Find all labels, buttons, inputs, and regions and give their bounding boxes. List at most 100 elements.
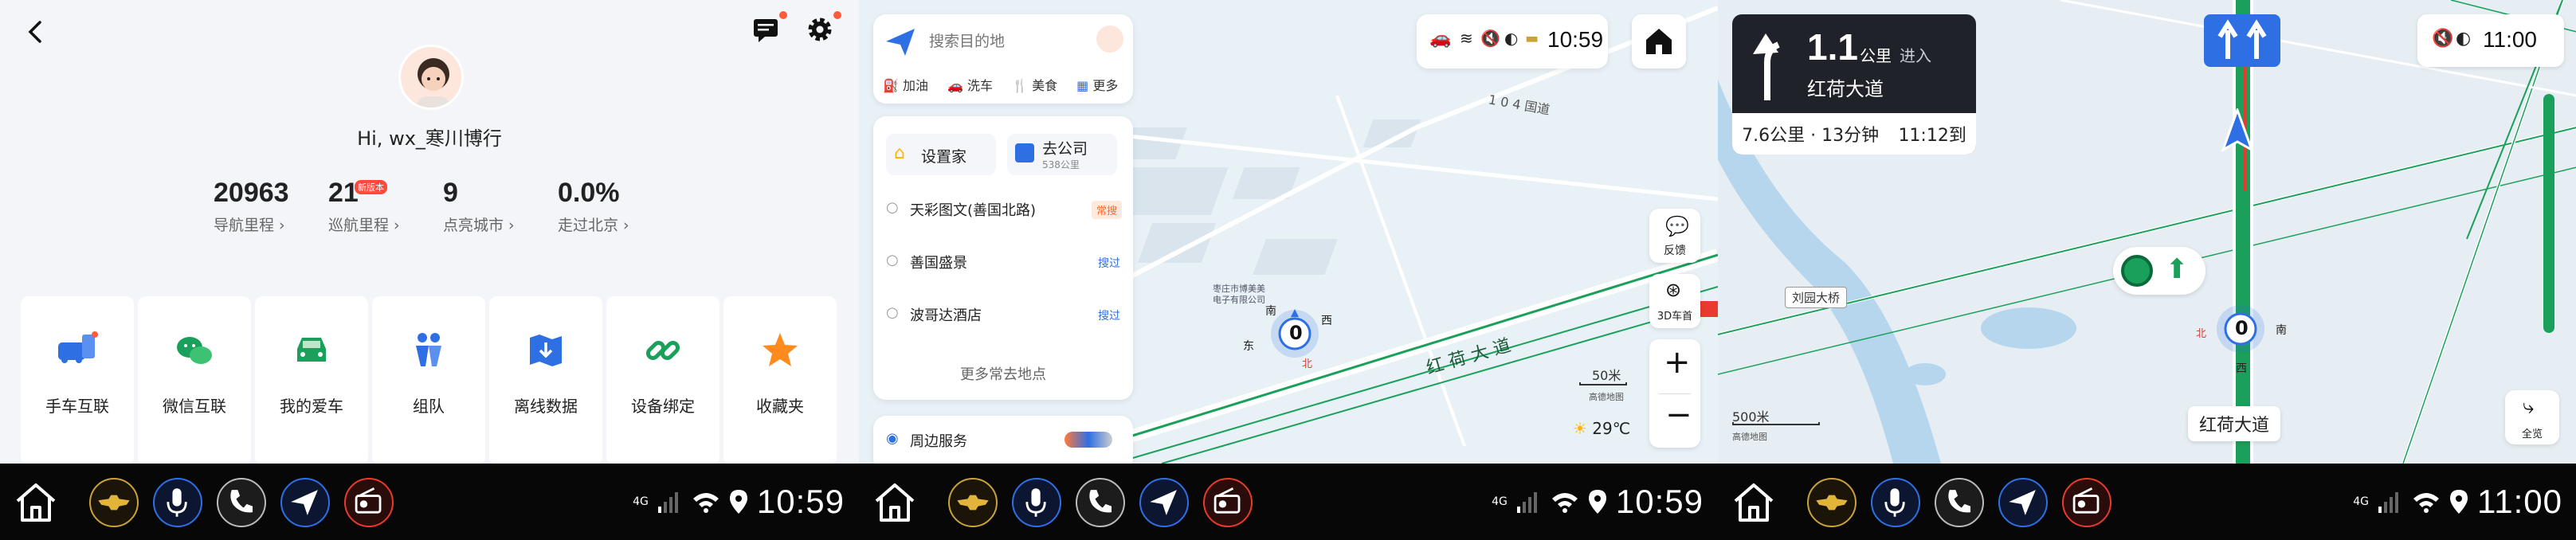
navigation-icon[interactable]	[1139, 478, 1189, 527]
grid-icon: ▦	[1076, 78, 1089, 93]
card-device-binding[interactable]: 设备绑定	[606, 296, 719, 465]
voice-mic-icon[interactable]	[1012, 478, 1061, 527]
back-icon[interactable]	[24, 18, 48, 46]
brand-logo-icon[interactable]	[948, 478, 998, 527]
wifi-icon: ≋	[1460, 29, 1473, 48]
search-icon: ○	[886, 252, 899, 268]
voice-mic-icon[interactable]	[153, 478, 202, 527]
phone-icon[interactable]	[1935, 478, 1984, 527]
signal-icon	[2378, 492, 2398, 513]
office-icon	[1015, 143, 1034, 162]
new-version-badge: 新版本	[355, 180, 387, 194]
card-favorites[interactable]: 收藏夹	[723, 296, 837, 465]
zoom-out-button[interactable]: −	[1665, 397, 1692, 433]
set-home-button[interactable]: ⌂ 设置家	[886, 134, 996, 175]
greeting-text: Hi, wx_寒川博行	[357, 127, 502, 150]
chip-more[interactable]: ▦ 更多	[1076, 75, 1118, 94]
scale-bar	[1579, 382, 1627, 385]
scale-bar	[1732, 422, 1820, 425]
search-input[interactable]	[929, 29, 1080, 54]
green-light-icon	[2121, 255, 2153, 287]
stat-lit-cities[interactable]: 9 点亮城市 ›	[443, 177, 515, 235]
go-work-button[interactable]: 去公司 538公里	[1007, 134, 1117, 175]
team-icon	[416, 333, 441, 366]
navigation-arrow-icon	[886, 29, 915, 56]
current-road-label: 红荷大道	[2188, 406, 2281, 441]
view-mode-button[interactable]: ⊛ 3D车首	[1649, 274, 1700, 328]
brand-logo-icon[interactable]	[89, 478, 139, 527]
history-item[interactable]: ○ 善国盛景 搜过	[886, 248, 1125, 277]
lane-arrows-icon	[2217, 19, 2267, 59]
card-team[interactable]: 组队	[372, 296, 485, 465]
weather-widget[interactable]: ☀ 29℃	[1573, 419, 1630, 438]
zoom-in-button[interactable]: +	[1664, 344, 1691, 381]
search-icon: ○	[886, 304, 899, 321]
feedback-icon: 💬	[1665, 215, 1689, 237]
radio-icon[interactable]	[2062, 478, 2111, 527]
nearby-icon: ◉	[886, 430, 899, 447]
network-label: 4G	[1492, 495, 1508, 508]
lane-guide	[2204, 14, 2280, 67]
navigation-icon[interactable]	[280, 478, 330, 527]
chip-gas[interactable]: ⛽ 加油	[883, 75, 928, 94]
bottom-dock: 4G 10:59	[0, 464, 859, 540]
home-icon[interactable]	[1729, 480, 1778, 525]
home-icon: ⌂	[894, 143, 905, 163]
avatar[interactable]	[398, 45, 464, 110]
history-item[interactable]: ○ 天彩图文(善国北路) 常搜	[886, 196, 1125, 225]
settings-gear-icon[interactable]	[802, 11, 838, 48]
zoom-control: + −	[1649, 339, 1700, 448]
bridge-label: 刘园大桥	[1785, 287, 1848, 308]
shortcut-panel: ⌂ 设置家 去公司 538公里 ○ 天彩图文(善国北路) 常搜 ○ 善国盛景 搜…	[873, 116, 1133, 400]
radio-icon[interactable]	[344, 478, 394, 527]
avatar-small[interactable]	[1096, 25, 1123, 53]
stat-beijing-coverage[interactable]: 0.0% 走过北京 ›	[558, 177, 629, 235]
dnd-icon: ◐	[2456, 29, 2472, 49]
navigation-icon[interactable]	[1998, 478, 2048, 527]
phone-icon[interactable]	[217, 478, 266, 527]
stat-cruise-mileage[interactable]: 21 新版本 巡航里程 ›	[328, 177, 400, 235]
compass-widget[interactable]: 0	[2213, 301, 2268, 357]
home-icon[interactable]	[11, 480, 61, 525]
wifi-icon	[692, 493, 719, 513]
card-offline-data[interactable]: 离线数据	[489, 296, 602, 465]
compass-mode-icon: ⊛	[1665, 279, 1682, 301]
feedback-button[interactable]: 💬 反馈	[1649, 209, 1700, 263]
car-link-icon: 🚗	[1429, 29, 1452, 49]
home-button[interactable]	[1632, 14, 1686, 68]
card-phone-car-link[interactable]: 手车互联	[21, 296, 134, 465]
home-icon[interactable]	[870, 480, 919, 525]
poi-label: 枣庄市博美美 电子有限公司	[1213, 284, 1265, 305]
route-overview-icon: ⤷	[2523, 395, 2535, 419]
radio-icon[interactable]	[1203, 478, 1253, 527]
wifi-icon	[1551, 493, 1578, 513]
history-item[interactable]: ○ 波哥达酒店 搜过	[886, 301, 1125, 330]
brand-logo-icon[interactable]	[1807, 478, 1857, 527]
profile-screen: Hi, wx_寒川博行 20963 导航里程 › 21 新版本 巡航里程 › 9…	[0, 0, 859, 540]
card-wechat-link[interactable]: 微信互联	[138, 296, 251, 465]
navigation-screen: 1.1 公里 进入 红荷大道 7.6公里 · 13分钟 11:12到 🔇 ◐ 1…	[1718, 0, 2576, 540]
turn-guide-card[interactable]: 1.1 公里 进入 红荷大道 7.6公里 · 13分钟 11:12到	[1732, 14, 1976, 155]
card-my-car[interactable]: 我的爱车	[255, 296, 368, 465]
offline-map-icon	[530, 335, 562, 366]
search-icon: ○	[886, 199, 899, 216]
sun-icon: ☀	[1573, 419, 1587, 438]
signal-icon	[657, 492, 678, 513]
phone-icon[interactable]	[1076, 478, 1125, 527]
map-search-screen: 1 0 4 国道 红 荷 大 道 枣庄市博美美 电子有限公司 0 南 西 东 北…	[859, 0, 1718, 540]
wechat-icon	[177, 337, 212, 364]
dnd-icon: ◐	[1504, 29, 1519, 48]
mute-icon: 🔇	[2432, 29, 2454, 49]
car-phone-icon	[58, 331, 98, 363]
more-places-link[interactable]: 更多常去地点	[873, 363, 1133, 384]
overview-button[interactable]: ⤷ 全览	[2505, 390, 2559, 444]
carwash-icon: 🚗	[947, 78, 963, 93]
location-icon	[2450, 490, 2468, 514]
voice-mic-icon[interactable]	[1871, 478, 1920, 527]
chip-food[interactable]: 🍴 美食	[1012, 75, 1057, 94]
network-label: 4G	[2353, 495, 2369, 508]
chip-carwash[interactable]: 🚗 洗车	[947, 75, 993, 94]
stat-nav-mileage[interactable]: 20963 导航里程 ›	[214, 177, 289, 235]
food-icon: 🍴	[1012, 78, 1028, 93]
straight-arrow-icon: ⬆	[2166, 253, 2189, 285]
